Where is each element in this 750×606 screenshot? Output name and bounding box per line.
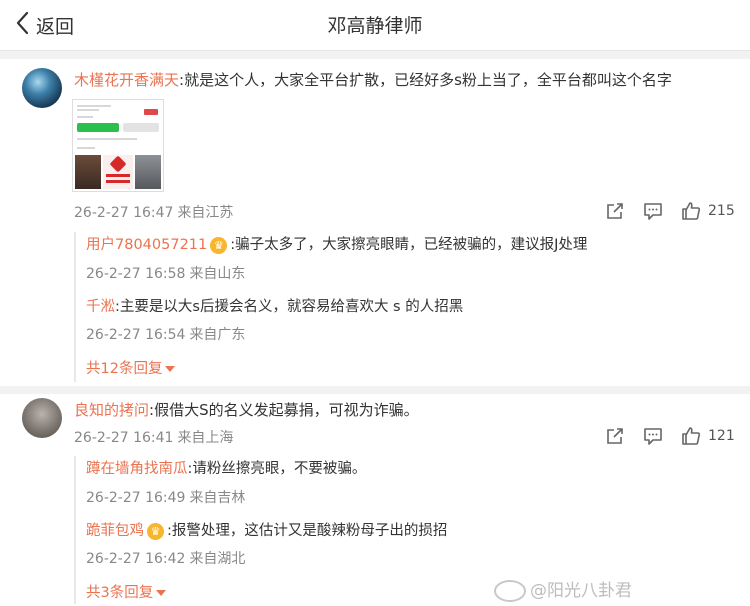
reply-location: 来自湖北 [189, 551, 246, 567]
crown-badge-icon: ♛ [147, 522, 164, 540]
reply-text: 用户7804057211 ♛:骗子太多了，大家擦亮眼睛，已经被骗的，建议报J处理 [86, 234, 587, 256]
watermark-text: @阳光八卦君 [530, 581, 632, 601]
reply-body: :骗子太多了，大家擦亮眼睛，已经被骗的，建议报J处理 [230, 237, 588, 253]
more-replies-label: 共12条回复 [86, 361, 163, 377]
reply-meta: 26-2-27 16:42 来自湖北 [86, 548, 245, 568]
comment-time: 26-2-27 16:47 [74, 205, 174, 221]
reply-username[interactable]: 蹲在墙角找南瓜 [86, 461, 188, 477]
reply-location: 来自山东 [189, 266, 246, 282]
comment-text: 木槿花开香满天:就是这个人，大家全平台扩散，已经好多s粉上当了，全平台都叫这个名… [74, 69, 672, 91]
share-icon[interactable] [604, 200, 626, 222]
comment-meta: 26-2-27 16:47 来自江苏 [74, 202, 233, 222]
page-title: 邓高静律师 [327, 15, 423, 37]
reply-body: :请粉丝擦亮眼，不要被骗。 [187, 461, 367, 477]
like-count: 215 [708, 203, 735, 219]
reply-username[interactable]: 跪菲包鸡 [86, 523, 144, 539]
top-nav-bar: 返回 邓高静律师 [0, 0, 750, 51]
reply-time: 26-2-27 16:54 [86, 327, 186, 343]
reply-thread-bar [74, 456, 76, 604]
reply-meta: 26-2-27 16:49 来自吉林 [86, 487, 245, 507]
section-divider [0, 386, 750, 394]
weibo-logo-icon [494, 580, 526, 602]
reply-time: 26-2-27 16:42 [86, 551, 186, 567]
reply-text: 千淞:主要是以大s后援会名义，就容易给喜欢大 s 的人招黑 [86, 296, 463, 318]
caret-down-icon [165, 366, 176, 372]
reply-location: 来自广东 [189, 327, 246, 343]
reply-username[interactable]: 千淞 [86, 299, 115, 315]
comment-meta: 26-2-27 16:41 来自上海 [74, 427, 233, 447]
comment-location: 来自上海 [177, 430, 234, 446]
back-label: 返回 [36, 15, 75, 38]
comment-username[interactable]: 良知的拷问 [74, 401, 149, 419]
comment-location: 来自江苏 [177, 205, 234, 221]
comment-username[interactable]: 木槿花开香满天 [74, 71, 179, 89]
comment-text: 良知的拷问:假借大S的名义发起募捐，可视为诈骗。 [74, 399, 419, 421]
reply-meta: 26-2-27 16:58 来自山东 [86, 263, 245, 283]
caret-down-icon [156, 590, 167, 596]
watermark: @阳光八卦君 [494, 576, 632, 602]
more-replies-link[interactable]: 共3条回复 [86, 581, 167, 602]
reply-time: 26-2-27 16:49 [86, 490, 186, 506]
reply-username[interactable]: 用户7804057211 [86, 237, 207, 253]
comment-actions: 121 [604, 424, 735, 448]
comment-actions: 215 [604, 199, 735, 223]
reply-body: :报警处理，这估计又是酸辣粉母子出的损招 [167, 523, 448, 539]
more-replies-link[interactable]: 共12条回复 [86, 357, 176, 378]
section-divider [0, 51, 750, 59]
like-icon[interactable] [680, 425, 702, 447]
reply-body: :主要是以大s后援会名义，就容易给喜欢大 s 的人招黑 [115, 299, 464, 315]
comment-icon[interactable] [642, 425, 664, 447]
comment-body: :假借大S的名义发起募捐，可视为诈骗。 [149, 401, 419, 419]
reply-meta: 26-2-27 16:54 来自广东 [86, 324, 245, 344]
comment-body: :就是这个人，大家全平台扩散，已经好多s粉上当了，全平台都叫这个名字 [179, 71, 672, 89]
crown-badge-icon: ♛ [210, 236, 228, 254]
reply-text: 跪菲包鸡 ♛:报警处理，这估计又是酸辣粉母子出的损招 [86, 520, 447, 542]
reply-text: 蹲在墙角找南瓜:请粉丝擦亮眼，不要被骗。 [86, 458, 366, 480]
reply-time: 26-2-27 16:58 [86, 266, 186, 282]
more-replies-label: 共3条回复 [86, 585, 154, 601]
chevron-left-icon [14, 11, 32, 39]
reply-location: 来自吉林 [189, 490, 246, 506]
avatar[interactable] [22, 398, 62, 438]
like-count: 121 [708, 428, 735, 444]
reply-thread-bar [74, 232, 76, 382]
comment-time: 26-2-27 16:41 [74, 430, 174, 446]
avatar[interactable] [22, 68, 62, 108]
comment-icon[interactable] [642, 200, 664, 222]
share-icon[interactable] [604, 425, 626, 447]
like-icon[interactable] [680, 200, 702, 222]
back-button[interactable]: 返回 [14, 10, 74, 40]
comment-image-thumbnail[interactable] [72, 99, 164, 192]
